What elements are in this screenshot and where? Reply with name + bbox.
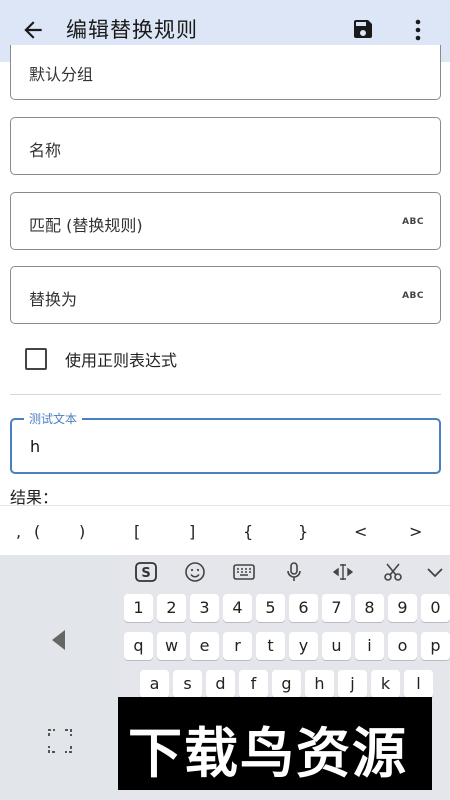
key-0[interactable]: 0 <box>421 594 450 622</box>
microphone-icon[interactable] <box>282 560 306 584</box>
key-w[interactable]: w <box>157 632 186 660</box>
key-d[interactable]: d <box>206 670 235 698</box>
key-s[interactable]: s <box>173 670 202 698</box>
symbol-key[interactable]: , <box>16 522 21 541</box>
test-text-value: h <box>30 437 41 456</box>
regex-option[interactable]: 使用正则表达式 <box>25 346 177 372</box>
symbol-key[interactable]: < <box>354 522 367 541</box>
key-2[interactable]: 2 <box>157 594 186 622</box>
key-i[interactable]: i <box>355 632 384 660</box>
symbol-bar: , ( ) [ ] { } < > <box>0 505 450 555</box>
keyboard-side-panel <box>0 555 121 800</box>
key-r[interactable]: r <box>223 632 252 660</box>
symbol-key[interactable]: } <box>298 522 308 541</box>
key-7[interactable]: 7 <box>322 594 351 622</box>
key-k[interactable]: k <box>371 670 400 698</box>
key-t[interactable]: t <box>256 632 285 660</box>
save-icon[interactable] <box>351 17 375 41</box>
expand-icon[interactable] <box>47 728 73 754</box>
key-6[interactable]: 6 <box>289 594 318 622</box>
key-a[interactable]: a <box>140 670 169 698</box>
svg-text:S: S <box>141 566 150 581</box>
key-q[interactable]: q <box>124 632 153 660</box>
test-text-field[interactable]: 测试文本 h <box>10 410 441 474</box>
cursor-move-icon[interactable] <box>331 560 355 584</box>
symbol-key[interactable]: ) <box>79 522 85 541</box>
key-5[interactable]: 5 <box>256 594 285 622</box>
replace-placeholder: 替换为 <box>29 290 78 309</box>
key-l[interactable]: l <box>404 670 433 698</box>
abc-icon[interactable]: ABC <box>402 217 424 227</box>
key-h[interactable]: h <box>305 670 334 698</box>
group-field[interactable]: 默认分组 <box>10 45 441 100</box>
watermark: 下载鸟资源 <box>118 697 432 790</box>
symbol-key[interactable]: > <box>409 522 422 541</box>
scissors-icon[interactable] <box>381 560 405 584</box>
key-j[interactable]: j <box>338 670 367 698</box>
test-text-label: 测试文本 <box>24 410 83 427</box>
key-f[interactable]: f <box>239 670 268 698</box>
divider <box>10 394 441 395</box>
emoji-icon[interactable] <box>183 560 207 584</box>
key-g[interactable]: g <box>272 670 301 698</box>
group-value: 默认分组 <box>29 65 94 84</box>
left-arrow-icon[interactable] <box>52 630 65 650</box>
replace-field[interactable]: 替换为 ABC <box>10 266 441 324</box>
regex-checkbox[interactable] <box>25 348 47 370</box>
sogou-logo-icon[interactable]: S <box>134 560 158 584</box>
abc-icon[interactable]: ABC <box>402 291 424 301</box>
arrow-back-icon[interactable] <box>20 17 46 43</box>
match-placeholder: 匹配 (替换规则) <box>29 216 143 235</box>
symbol-key[interactable]: ( <box>34 522 40 541</box>
key-9[interactable]: 9 <box>388 594 417 622</box>
chevron-down-icon[interactable] <box>423 560 447 584</box>
key-y[interactable]: y <box>289 632 318 660</box>
match-field[interactable]: 匹配 (替换规则) ABC <box>10 192 441 250</box>
symbol-key[interactable]: ] <box>189 522 195 541</box>
regex-label: 使用正则表达式 <box>65 351 178 370</box>
page-title: 编辑替换规则 <box>66 18 198 42</box>
key-3[interactable]: 3 <box>190 594 219 622</box>
key-u[interactable]: u <box>322 632 351 660</box>
more-vert-icon[interactable] <box>408 17 428 43</box>
key-1[interactable]: 1 <box>124 594 153 622</box>
key-4[interactable]: 4 <box>223 594 252 622</box>
key-8[interactable]: 8 <box>355 594 384 622</box>
symbol-key[interactable]: { <box>243 522 253 541</box>
symbol-key[interactable]: [ <box>134 522 140 541</box>
name-placeholder: 名称 <box>29 141 62 160</box>
watermark-text: 下载鸟资源 <box>128 722 408 785</box>
name-field[interactable]: 名称 <box>10 117 441 175</box>
key-o[interactable]: o <box>388 632 417 660</box>
key-p[interactable]: p <box>421 632 450 660</box>
keyboard-icon[interactable] <box>232 560 256 584</box>
key-e[interactable]: e <box>190 632 219 660</box>
